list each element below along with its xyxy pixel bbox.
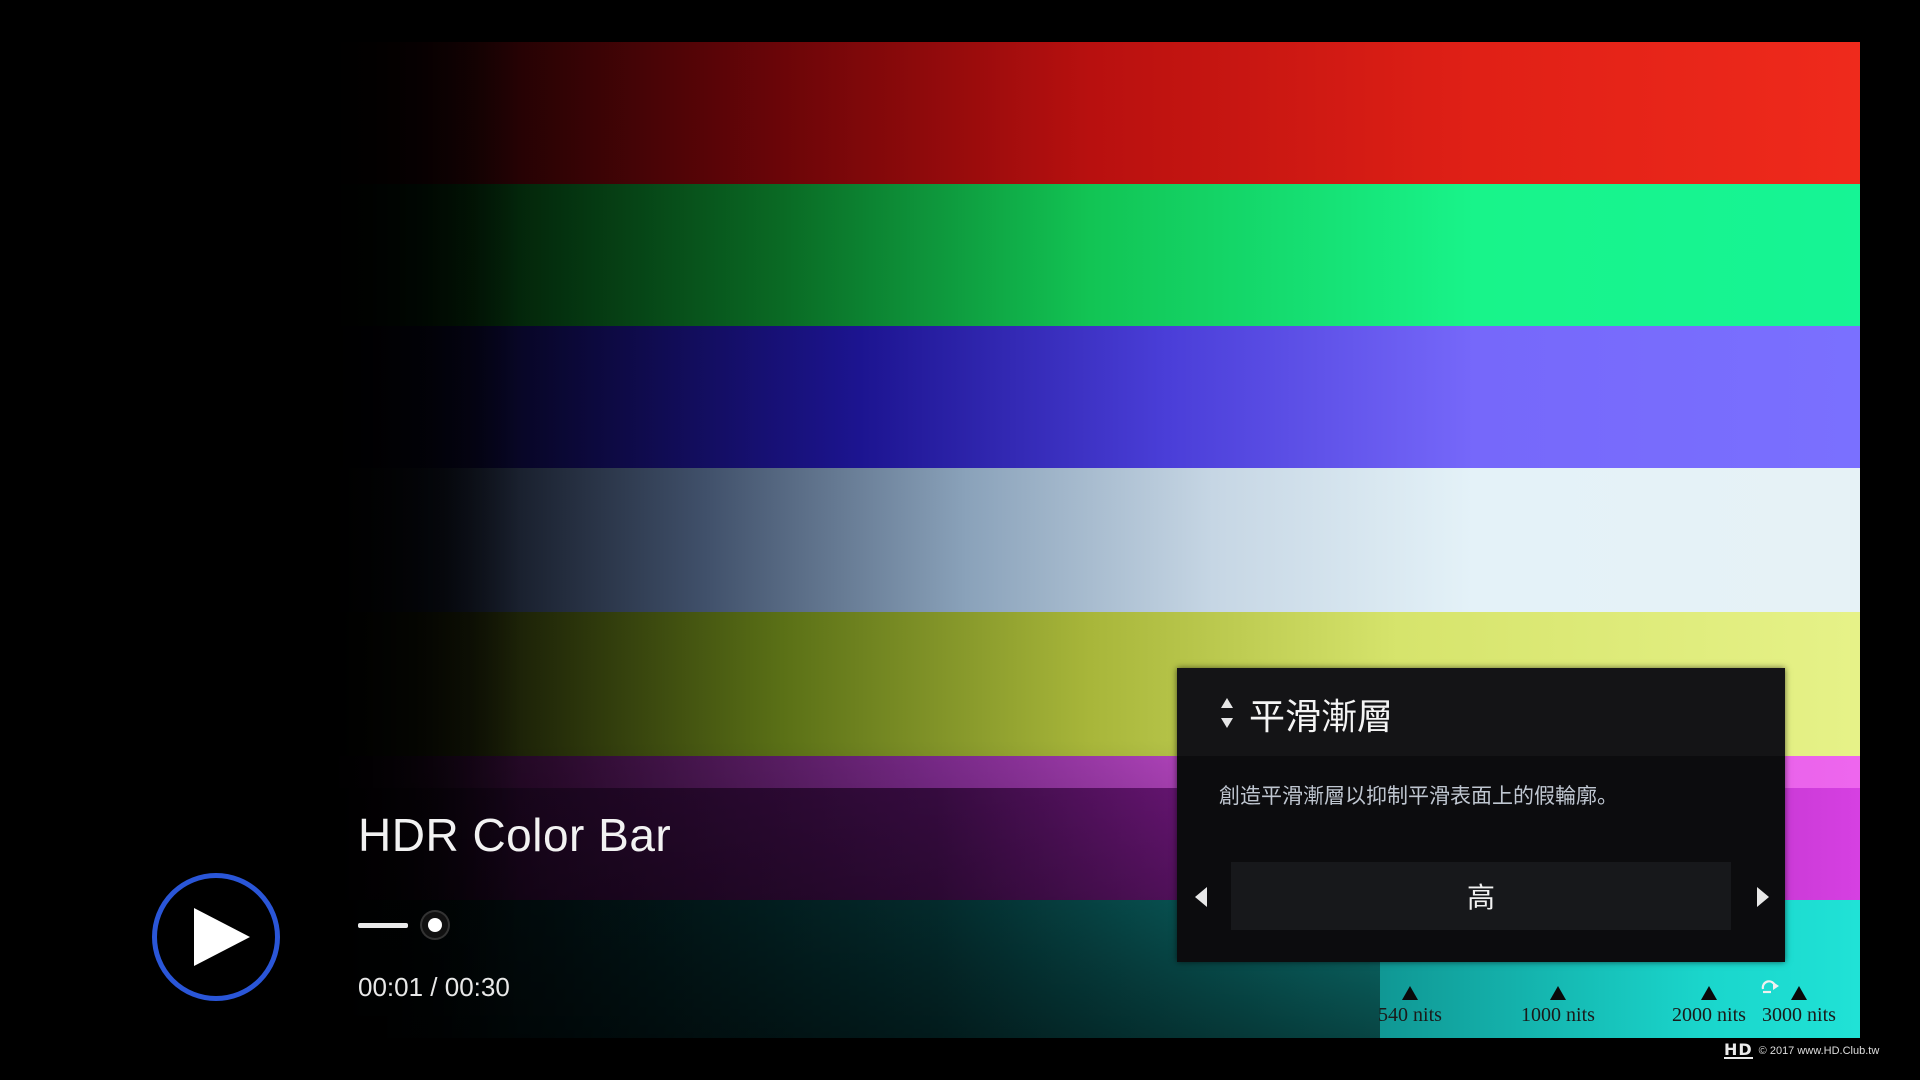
time-readout: 00:01 / 00:30 xyxy=(358,972,510,1002)
nits-label: 1000 nits xyxy=(1521,1004,1595,1026)
tv-screen: HDR Color Bar 00:01 / 00:30 平滑漸層 創造平滑漸層以… xyxy=(0,0,1920,1080)
panel-title: 平滑漸層 xyxy=(1249,697,1394,738)
arrow-left-icon[interactable] xyxy=(1191,884,1211,910)
video-title: HDR Color Bar xyxy=(358,809,672,861)
nits-label: 540 nits xyxy=(1378,1004,1442,1026)
progress-track xyxy=(358,923,408,928)
up-down-arrows-icon xyxy=(1221,698,1233,728)
marker-triangle-icon xyxy=(1791,986,1807,1000)
color-bar-red xyxy=(320,42,1860,184)
color-bar-blue xyxy=(320,326,1860,468)
selected-value[interactable]: 高 xyxy=(1231,862,1731,930)
nits-marker-1000: 1000 nits xyxy=(1503,986,1613,1036)
color-bar-white xyxy=(320,468,1860,612)
value-selector[interactable]: 高 xyxy=(1177,862,1785,938)
watermark-logo: HD xyxy=(1724,1040,1753,1059)
repeat-icon xyxy=(1761,980,1779,994)
watermark: HD © 2017 www.HD.Club.tw xyxy=(1724,1040,1879,1062)
smooth-gradation-panel: 平滑漸層 創造平滑漸層以抑制平滑表面上的假輪廓。 高 xyxy=(1177,668,1785,962)
color-bar-green xyxy=(320,184,1860,326)
play-button[interactable] xyxy=(152,873,280,1001)
panel-description: 創造平滑漸層以抑制平滑表面上的假輪廓。 xyxy=(1219,784,1618,808)
watermark-text: © 2017 www.HD.Club.tw xyxy=(1758,1045,1880,1057)
marker-triangle-icon xyxy=(1402,986,1418,1000)
play-icon xyxy=(194,908,250,966)
marker-triangle-icon xyxy=(1550,986,1566,1000)
marker-triangle-icon xyxy=(1701,986,1717,1000)
nits-marker-540: 540 nits xyxy=(1355,986,1465,1036)
progress-thumb[interactable] xyxy=(422,912,448,938)
arrow-right-icon[interactable] xyxy=(1753,884,1773,910)
progress-bar[interactable] xyxy=(358,907,458,943)
panel-header: 平滑漸層 xyxy=(1177,668,1785,756)
nits-label: 3000 nits xyxy=(1762,1004,1836,1026)
